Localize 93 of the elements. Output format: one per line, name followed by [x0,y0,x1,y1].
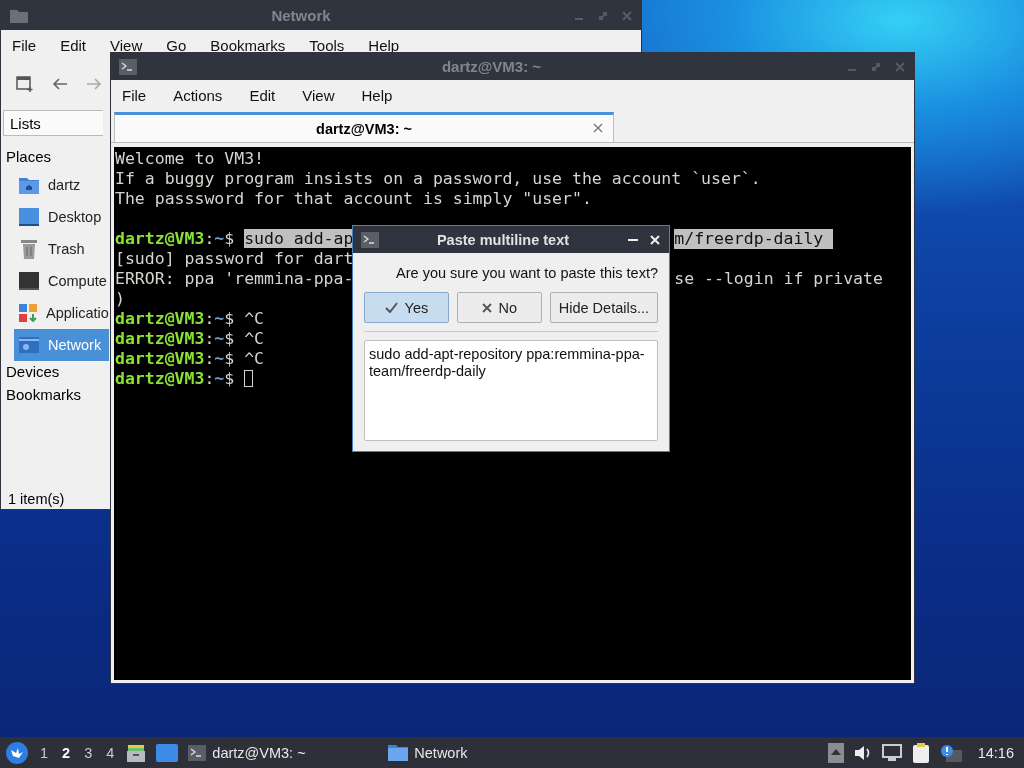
menu-item[interactable]: Edit [60,36,87,54]
prompt-path: ~ [214,309,225,328]
sidebar-item[interactable]: Trash [1,233,109,265]
terminal-command: ^C [244,309,264,328]
sidebar-item[interactable]: Applicatio [1,297,109,329]
workspace-button[interactable]: 2 [60,744,73,761]
volume-icon[interactable] [853,744,872,761]
menu-item[interactable]: Help [368,36,400,54]
terminal-icon [119,58,137,75]
terminal-command: sudo add-ap [244,229,354,248]
prompt-user-host: dartz@VM3 [115,309,205,328]
prompt-symbol: $ [224,229,235,248]
terminal-command: ^C [244,349,264,368]
apps-grid-icon [19,304,37,322]
status-text: 1 item(s) [7,491,66,507]
desktop-icon[interactable] [156,743,179,762]
menu-item[interactable]: View [110,36,143,54]
side-pane-tab[interactable]: Lists [3,110,103,136]
dialog-button[interactable]: Hide Details... [549,292,658,323]
dialog-button[interactable]: Yes [364,292,449,323]
prompt-symbol: $ [224,309,235,328]
terminal-icon [361,231,379,248]
prompt-symbol: $ [224,369,235,388]
prompt-user-host: dartz@VM3 [115,369,205,388]
prompt-symbol: $ [224,349,235,368]
prompt-user-host: dartz@VM3 [115,229,205,248]
prompt-separator: : [204,369,215,388]
terminal-icon [188,744,207,761]
network-icon [19,337,39,353]
sidebar-item[interactable]: Compute [1,265,109,297]
trash-icon [19,239,39,259]
taskbar-task[interactable]: Network [388,744,579,761]
prompt-path: ~ [214,369,225,388]
section-header: Devices [5,362,61,382]
details-text-area[interactable]: sudo add-apt-repository ppa:remmina-ppa-team/freerdp-daily [364,340,658,441]
back-arrow-icon[interactable] [52,77,68,91]
notification-icon[interactable] [939,743,962,762]
new-window-icon[interactable] [16,75,34,93]
monitor-icon [19,272,39,290]
terminal-output: ) [115,289,125,308]
prompt-path: ~ [214,349,225,368]
workspace-button[interactable]: 3 [82,744,95,761]
prompt-path: ~ [214,329,225,348]
workspace-button[interactable]: 4 [104,744,117,761]
terminal-output: se --login if private [674,269,883,289]
taskbar-task[interactable]: dartz@VM3: ~ [188,744,379,761]
network-wired-icon[interactable] [881,743,902,762]
window-title: dartz@VM3: ~ [440,58,543,75]
terminal-output: ERROR: ppa 'remmina-ppa- [115,269,354,288]
prompt-separator: : [204,349,215,368]
menu-item[interactable]: Bookmarks [210,36,286,54]
terminal-output: [sudo] password for dart [115,249,354,268]
folder-icon [9,7,29,24]
home-folder-icon [19,176,39,194]
terminal-tab[interactable]: dartz@VM3: ~ [114,112,614,142]
workspace-button[interactable]: 1 [38,744,51,761]
terminal-output: If a buggy program insists on a password, use the account `user`. [115,169,761,188]
section-header: Bookmarks [5,385,83,405]
menu-item[interactable]: File [12,36,37,54]
bird-logo-icon[interactable] [6,741,28,764]
terminal-output: The passsword for that account is simply "user". [115,189,592,208]
cross-icon [481,302,492,313]
prompt-user-host: dartz@VM3 [115,329,205,348]
sidebar-item[interactable]: dartz [1,169,109,201]
prompt-separator: : [204,329,215,348]
menu-item[interactable]: Actions [173,86,223,104]
prompt-symbol: $ [224,329,235,348]
dialog-title: Paste multiline text [435,231,571,248]
terminal-command: ^C [244,329,264,348]
clock: 14:16 [977,744,1015,761]
window-title: Network [270,7,332,24]
checkmark-icon [384,302,398,313]
clipboard-icon[interactable] [911,741,930,764]
menu-item[interactable]: File [122,86,147,104]
file-cabinet-icon[interactable] [126,742,147,763]
menu-item[interactable]: Tools [309,36,345,54]
section-header: Places [5,147,53,167]
menu-item[interactable]: View [302,86,335,104]
desktop-icon [19,208,39,226]
prompt-path: ~ [214,229,225,248]
menu-item[interactable]: Go [166,36,187,54]
dialog-button[interactable]: No [456,292,542,323]
prompt-separator: : [204,309,215,328]
folder-icon [388,744,409,761]
sidebar-item[interactable]: Desktop [1,201,109,233]
dialog-question: Are you sure you want to paste this text? [395,264,658,281]
terminal-command: m/freerdp-daily [674,229,834,249]
menu-item[interactable]: Help [361,86,393,104]
menu-item[interactable]: Edit [249,86,276,104]
prompt-separator: : [204,229,215,248]
text-cursor [244,370,254,387]
terminal-output: Welcome to VM3! [115,149,264,168]
prompt-user-host: dartz@VM3 [115,349,205,368]
